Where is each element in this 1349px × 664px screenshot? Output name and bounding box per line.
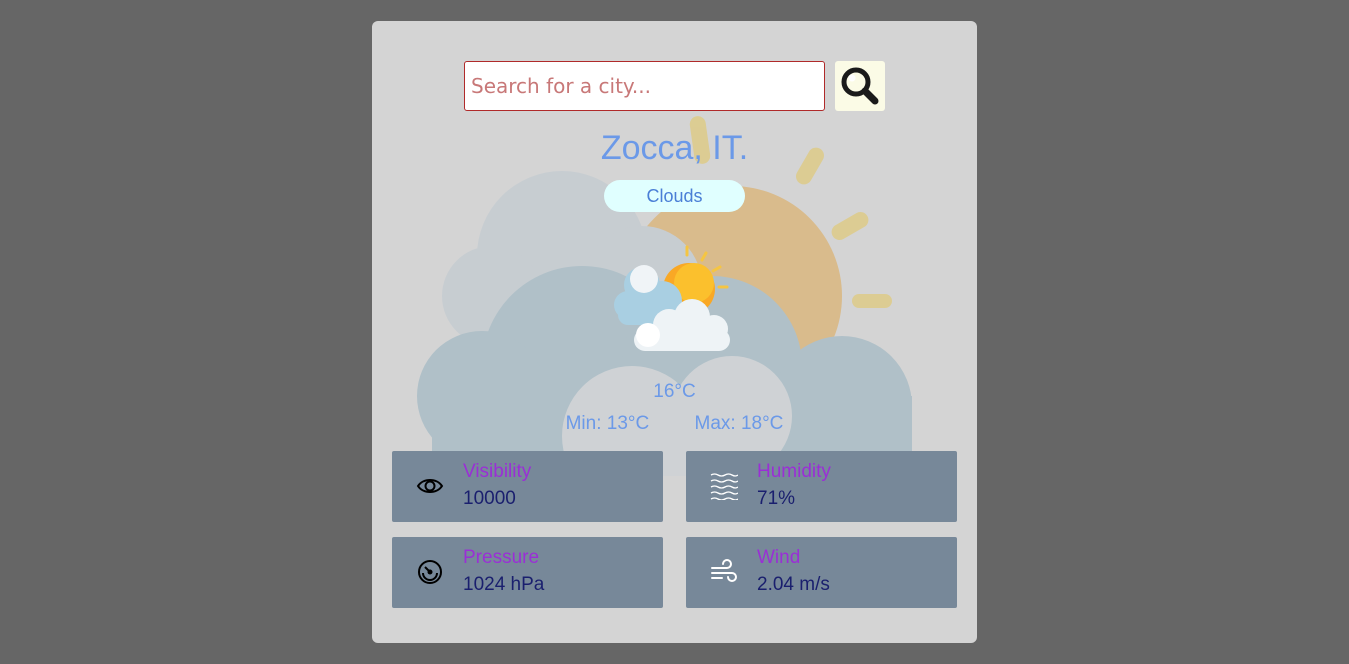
- eye-icon: [416, 479, 444, 493]
- weather-card: Zocca, IT. Clouds: [372, 21, 977, 643]
- search-button[interactable]: [835, 61, 885, 111]
- wind-label: Wind: [757, 547, 801, 568]
- visibility-label: Visibility: [463, 461, 532, 482]
- visibility-card: Visibility 10000: [392, 451, 663, 522]
- search-bar: [464, 61, 885, 111]
- current-temperature: 16°C: [653, 381, 696, 402]
- humidity-card: Humidity 71%: [686, 451, 957, 522]
- wind-card: Wind 2.04 m/s: [686, 537, 957, 608]
- city-name: Zocca, IT.: [600, 129, 749, 167]
- min-max-temperature: Min: 13°C Max: 18°C: [372, 413, 977, 435]
- gauge-icon: [418, 560, 442, 584]
- pressure-label: Pressure: [463, 547, 540, 568]
- visibility-value: 10000: [463, 488, 516, 509]
- city-search-input[interactable]: [464, 61, 825, 111]
- pressure-value: 1024 hPa: [463, 574, 545, 595]
- search-magnifier-icon: [841, 67, 879, 105]
- min-temperature: Min: 13°C: [565, 413, 650, 434]
- humidity-label: Humidity: [757, 461, 831, 482]
- humidity-value: 71%: [757, 488, 796, 509]
- max-temperature: Max: 18°C: [694, 413, 784, 434]
- waves-icon: [710, 473, 738, 500]
- pressure-card: Pressure 1024 hPa: [392, 537, 663, 608]
- wind-icon: [711, 559, 737, 582]
- wind-value: 2.04 m/s: [757, 574, 830, 595]
- weather-condition-badge: Clouds: [604, 180, 745, 212]
- sun-behind-clouds-icon: [614, 245, 730, 351]
